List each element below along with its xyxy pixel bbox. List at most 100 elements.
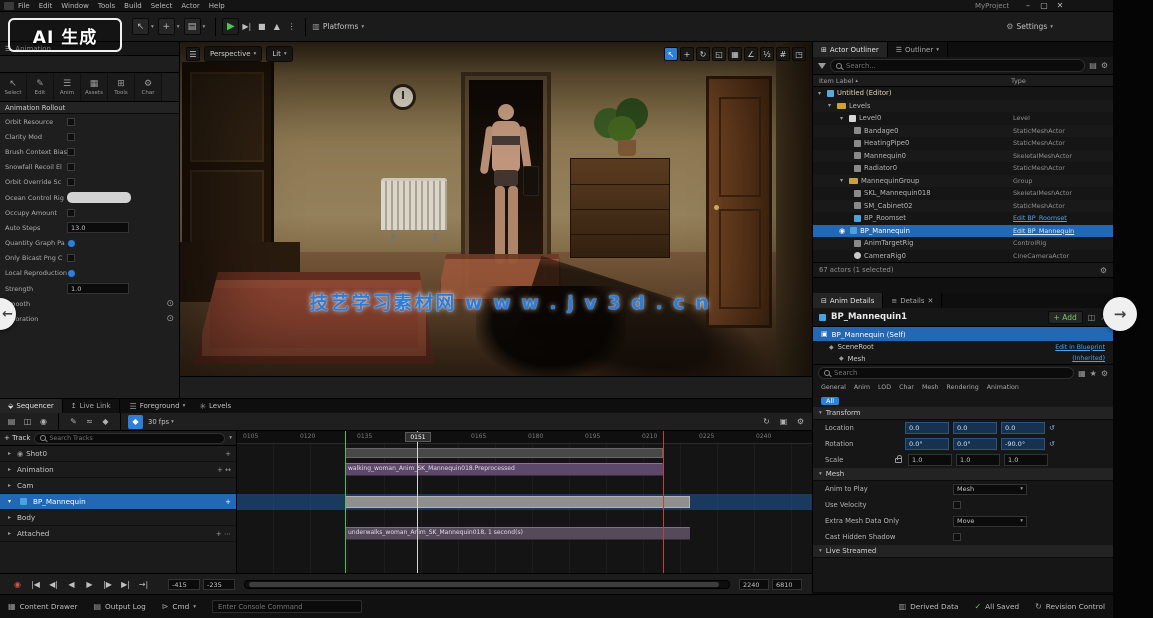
tab-select[interactable]: ↖Select — [0, 73, 27, 101]
component-self-row[interactable]: ▣ BP_Mannequin (Self) — [813, 327, 1113, 341]
add-section-icon[interactable]: + — [225, 498, 231, 506]
cmd-dropdown[interactable]: ⊳Cmd▾ — [162, 602, 196, 611]
settings-dropdown[interactable]: ⚙ Settings ▾ — [1006, 22, 1053, 31]
levels-chip[interactable]: ✳ Levels — [199, 402, 231, 411]
grid-snap-icon[interactable]: ▦ — [728, 47, 742, 61]
tab-outliner[interactable]: ☰Outliner▾ — [888, 42, 948, 57]
close-icon[interactable]: ✕ — [928, 297, 934, 305]
scale-y-field[interactable]: 1.0 — [956, 454, 1000, 466]
selected-section-bar[interactable] — [345, 496, 690, 508]
reset-icon[interactable]: ⊙ — [166, 299, 174, 309]
toggle-on[interactable] — [67, 269, 76, 278]
scale-x-field[interactable]: 1.0 — [908, 454, 952, 466]
filter-tab[interactable]: Animation — [987, 384, 1019, 391]
loop-icon[interactable]: ↻ — [759, 415, 774, 429]
tab-live-link[interactable]: ↥Live Link — [63, 399, 120, 413]
edit-blueprint-link[interactable]: Edit BP_Roomset — [1013, 214, 1109, 222]
location-x-field[interactable]: 0.0 — [905, 422, 949, 434]
checkbox[interactable] — [67, 254, 75, 262]
transform-section-header[interactable]: ▾Transform — [813, 407, 1113, 420]
grid-icon[interactable]: ▦ — [1078, 369, 1086, 378]
rotation-snap-icon[interactable]: ∠ — [744, 47, 758, 61]
view-options-icon[interactable]: ▤ — [1089, 61, 1097, 70]
console-command-input[interactable] — [212, 600, 362, 613]
outliner-search[interactable] — [830, 59, 1085, 72]
prev-key-button[interactable]: ◀| — [46, 578, 61, 591]
expander-icon[interactable]: ▾ — [837, 115, 846, 122]
platforms-dropdown[interactable]: ▥ Platforms ▾ — [312, 22, 364, 31]
outliner-row[interactable]: CameraRig0CineCameraActor — [813, 250, 1113, 263]
component-list-icon[interactable]: ◫ — [1088, 313, 1096, 322]
expander-icon[interactable]: ▸ — [5, 514, 14, 521]
playback-start-marker[interactable] — [345, 431, 346, 573]
scale-snap-icon[interactable]: ½ — [760, 47, 774, 61]
track-search-input[interactable] — [49, 435, 219, 442]
derived-data-button[interactable]: ▥Derived Data — [899, 602, 959, 611]
number-field[interactable]: 13.0 — [67, 222, 129, 233]
playhead[interactable] — [417, 431, 418, 573]
modes-dropdown[interactable]: ↖ — [132, 18, 149, 35]
gear-icon[interactable]: ⚙ — [1101, 61, 1108, 70]
view-mode-dropdown[interactable]: Lit▾ — [266, 46, 292, 62]
working-range-start-field[interactable]: -235 — [203, 579, 235, 590]
mesh-data-select[interactable]: Move▾ — [953, 516, 1027, 527]
outliner-settings-icon[interactable]: ⚙ — [1100, 266, 1107, 275]
animation-clip[interactable]: walking_woman_Anim_SK_Mannequin018.Prepr… — [345, 463, 663, 476]
outliner-row[interactable]: ▾Levels — [813, 100, 1113, 113]
viewport-options-button[interactable]: ☰ — [186, 47, 200, 61]
working-range-end-field[interactable]: 2240 — [739, 579, 769, 590]
view-range-start-field[interactable]: -415 — [168, 579, 200, 590]
save-status-button[interactable]: ✓All Saved — [974, 602, 1019, 611]
checkbox[interactable] — [67, 118, 75, 126]
outliner-row[interactable]: SM_Cabinet02StaticMeshActor — [813, 200, 1113, 213]
revision-control-button[interactable]: ↻Revision Control — [1035, 602, 1105, 611]
menu-tools[interactable]: Tools — [98, 2, 115, 10]
expander-icon[interactable]: ▸ — [5, 466, 14, 473]
checkbox[interactable] — [67, 163, 75, 171]
expander-icon[interactable]: ▸ — [5, 482, 14, 489]
animation-clip[interactable]: underwalks_woman_Anim_SK_Mannequin018, 1… — [345, 527, 690, 540]
minimize-button[interactable]: – — [1020, 1, 1036, 10]
reset-arrow-icon[interactable]: ↺ — [1049, 424, 1055, 432]
reset-icon[interactable]: ⊙ — [166, 314, 174, 324]
timeline[interactable]: 0105 0120 0135 0150 0165 0180 0195 0210 … — [237, 431, 812, 573]
viewport[interactable]: 技艺学习素材网 w w w . j v 3 d . c n ☰ Perspect… — [180, 42, 812, 398]
tab-anim[interactable]: ☰Anim — [54, 73, 81, 101]
outliner-row[interactable]: AnimTargetRigControlRig — [813, 237, 1113, 250]
camera-speed-icon[interactable]: # — [776, 47, 790, 61]
tab-sequencer[interactable]: ⬙Sequencer — [0, 399, 63, 413]
keyframe-icon[interactable]: ◆ — [98, 415, 113, 429]
view-range-end-field[interactable]: 6810 — [772, 579, 802, 590]
inherited-link[interactable]: (Inherited) — [1072, 355, 1105, 362]
chevron-down-icon[interactable]: ▾ — [229, 435, 232, 441]
track-row[interactable]: ▸Body — [0, 510, 236, 526]
fps-dropdown[interactable]: 30 fps ▾ — [148, 418, 174, 426]
edit-blueprint-link[interactable]: Edit in Blueprint — [1055, 344, 1105, 351]
frame-skip-button[interactable]: ▶| — [239, 20, 254, 33]
scale-z-field[interactable]: 1.0 — [1004, 454, 1048, 466]
filter-tab[interactable]: Rendering — [947, 384, 979, 391]
rotation-y-field[interactable]: 0.0° — [953, 438, 997, 450]
filter-tab[interactable]: Char — [899, 384, 914, 391]
playback-end-marker[interactable] — [663, 431, 664, 573]
filter-all-chip[interactable]: All — [821, 397, 839, 405]
menu-select[interactable]: Select — [151, 2, 173, 10]
track-row[interactable]: ▸Attached+ ⋯ — [0, 526, 236, 542]
tab-edit[interactable]: ✎Edit — [27, 73, 54, 101]
scale-tool-icon[interactable]: ◱ — [712, 47, 726, 61]
expander-icon[interactable]: ▾ — [5, 498, 14, 505]
section-header[interactable]: Animation Rollout — [5, 104, 65, 112]
tab-anim-details[interactable]: ⊟Anim Details — [813, 293, 883, 308]
tab-tools[interactable]: ⊞Tools — [108, 73, 135, 101]
column-item-label[interactable]: Item Label — [819, 77, 853, 85]
outliner-row[interactable]: Mannequin0SkeletalMeshActor — [813, 150, 1113, 163]
checkbox[interactable] — [953, 501, 961, 509]
track-search[interactable] — [34, 433, 225, 444]
gear-icon[interactable]: ⚙ — [1101, 369, 1108, 378]
tab-details[interactable]: ≡Details✕ — [883, 293, 942, 308]
output-log-button[interactable]: ▤Output Log — [93, 602, 145, 611]
outliner-row[interactable]: ▾Untitled (Editor) — [813, 87, 1113, 100]
details-search[interactable] — [818, 367, 1074, 379]
add-section-icon[interactable]: + ⋯ — [216, 530, 231, 538]
record-button[interactable]: ◉ — [10, 578, 25, 591]
